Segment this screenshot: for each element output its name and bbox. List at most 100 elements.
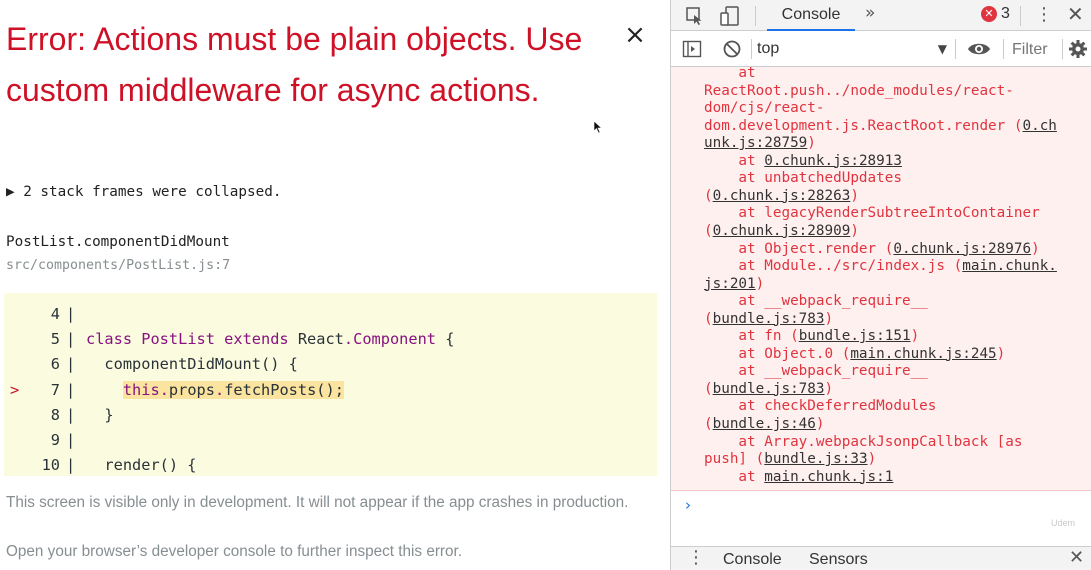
- stack-text-suffix: ): [824, 310, 834, 327]
- collapsed-frames-toggle[interactable]: ▶ 2 stack frames were collapsed.: [6, 181, 281, 203]
- source-link[interactable]: 0.chunk.js:28976: [893, 241, 1031, 257]
- devtools-drawer: ⋮ Console Sensors ✕: [671, 546, 1091, 570]
- stack-text: at __webpack_require__: [704, 363, 928, 380]
- device-toolbar-icon[interactable]: [719, 5, 741, 27]
- code-token: {: [436, 329, 455, 348]
- source-link[interactable]: bundle.js:46: [713, 416, 816, 432]
- console-stack-line: at unbatchedUpdates: [704, 170, 902, 188]
- caret-down-icon: ▼: [937, 42, 947, 56]
- code-token: fetchPosts();: [224, 380, 344, 399]
- code-token: class: [86, 329, 142, 348]
- code-token: .: [214, 380, 225, 399]
- kebab-menu-icon[interactable]: ⋮: [1035, 4, 1053, 26]
- show-sidebar-icon[interactable]: [682, 39, 702, 59]
- console-stack-line: at fn (bundle.js:151): [704, 328, 919, 346]
- stack-text: push] (: [704, 451, 765, 468]
- tab-console[interactable]: Console: [767, 0, 855, 31]
- stack-text: at legacyRenderSubtreeIntoContainer: [704, 205, 1040, 222]
- stack-text-suffix: ): [910, 328, 920, 345]
- source-link[interactable]: js:201: [704, 276, 756, 292]
- clear-console-icon[interactable]: [722, 39, 742, 59]
- drawer-tab-sensors[interactable]: Sensors: [809, 550, 868, 570]
- source-link[interactable]: main.chunk.: [962, 258, 1057, 274]
- console-prompt-row[interactable]: ›: [671, 491, 1091, 521]
- line-number: 9: [50, 431, 60, 450]
- drawer-tab-console[interactable]: Console: [723, 550, 782, 570]
- stack-frame-location[interactable]: src/components/PostList.js:7: [6, 256, 230, 276]
- close-drawer-icon[interactable]: ✕: [1069, 547, 1084, 569]
- code-snippet: 4 | 5 | class PostList extends React. Compone…: [4, 293, 657, 476]
- code-token: props: [168, 380, 215, 399]
- code-line: >7 | this. props. fetchPosts();: [4, 377, 657, 402]
- stack-text-suffix: ): [807, 135, 816, 152]
- code-token: React: [297, 329, 344, 348]
- stack-text-suffix: ): [1031, 240, 1040, 257]
- inspect-element-icon[interactable]: [685, 6, 705, 26]
- close-devtools-icon[interactable]: ✕: [1067, 2, 1084, 26]
- stack-text: at Module../src/index.js (: [704, 258, 963, 275]
- execution-context-value: top: [757, 40, 780, 57]
- stack-text-suffix: ): [867, 451, 877, 468]
- code-line: 9 |: [4, 427, 657, 452]
- stack-text: at Object.0 (: [704, 345, 851, 362]
- console-hint: Open your browser’s developer console to…: [6, 543, 463, 560]
- stack-text: at: [704, 67, 756, 81]
- code-token: }: [86, 405, 114, 424]
- stack-text-suffix: ): [850, 187, 859, 204]
- stack-frame-function: PostList.componentDidMount: [6, 234, 230, 250]
- close-overlay-button[interactable]: ×: [622, 18, 648, 52]
- source-link[interactable]: 0.chunk.js:28263: [713, 188, 851, 204]
- code-token: this: [122, 380, 160, 399]
- code-token: .: [343, 329, 354, 348]
- source-link[interactable]: 0.ch: [1022, 118, 1056, 134]
- console-stack-line: at Object.0 (main.chunk.js:245): [704, 346, 1005, 364]
- console-stack-line: (0.chunk.js:28909): [704, 223, 859, 241]
- error-badge-icon[interactable]: ✕: [981, 6, 997, 22]
- devtools-tab-bar: Console » ✕ 3 ⋮ ✕: [671, 0, 1091, 31]
- code-line: 8 | }: [4, 402, 657, 427]
- live-expression-eye-icon[interactable]: [967, 40, 991, 58]
- code-line: 5 | class PostList extends React. Component…: [4, 326, 657, 351]
- drawer-menu-icon[interactable]: ⋮: [687, 547, 705, 569]
- code-token: componentDidMount() {: [86, 355, 298, 374]
- stack-text-suffix: ): [815, 416, 825, 432]
- source-link[interactable]: bundle.js:783: [713, 311, 825, 327]
- error-line-marker: >: [10, 380, 20, 399]
- source-link[interactable]: main.chunk.js:1: [764, 469, 893, 485]
- console-stack-line: at Array.webpackJsonpCallback [as: [704, 434, 1022, 452]
- stack-text: at: [704, 468, 765, 485]
- console-stack-line: at Module../src/index.js (main.chunk.: [704, 258, 1057, 276]
- dev-only-notice: This screen is visible only in developme…: [6, 494, 629, 511]
- gutter-separator: |: [66, 456, 76, 475]
- source-link[interactable]: bundle.js:151: [799, 328, 911, 344]
- console-stack-line: at checkDeferredModules: [704, 398, 936, 416]
- code-line: 10 | render() {: [4, 453, 657, 476]
- line-number: 5: [50, 329, 60, 348]
- console-settings-gear-icon[interactable]: [1068, 39, 1088, 59]
- more-tabs-chevron-icon[interactable]: »: [865, 0, 875, 31]
- console-stack-line: dom.development.js.ReactRoot.render (0.c…: [704, 118, 1057, 136]
- gutter-separator: |: [66, 405, 76, 424]
- source-link[interactable]: 0.chunk.js:28913: [764, 153, 902, 169]
- source-link[interactable]: 0.chunk.js:28909: [713, 223, 851, 239]
- stack-text: ReactRoot.push../node_modules/react-: [704, 82, 1014, 99]
- source-link[interactable]: bundle.js:33: [764, 451, 867, 467]
- source-link[interactable]: unk.js:28759: [704, 135, 807, 151]
- console-stack-line: (bundle.js:46): [704, 416, 825, 434]
- mouse-cursor-icon: [593, 120, 603, 134]
- execution-context-select[interactable]: top ▼: [757, 38, 947, 60]
- source-link[interactable]: main.chunk.js:245: [850, 346, 996, 362]
- code-token: .: [159, 380, 169, 399]
- code-token: Component: [353, 329, 437, 348]
- line-number: 7: [50, 380, 60, 399]
- stack-text: at checkDeferredModules: [704, 398, 937, 415]
- console-prompt-chevron-icon: ›: [685, 496, 691, 514]
- console-stack-line: at __webpack_require__: [704, 293, 927, 311]
- console-filter-input[interactable]: [1012, 39, 1056, 61]
- stack-text: at unbatchedUpdates: [704, 170, 902, 187]
- source-link[interactable]: bundle.js:783: [713, 381, 825, 397]
- stack-text: (: [704, 222, 713, 239]
- console-toolbar: top ▼: [671, 31, 1091, 67]
- error-count[interactable]: 3: [1001, 4, 1010, 24]
